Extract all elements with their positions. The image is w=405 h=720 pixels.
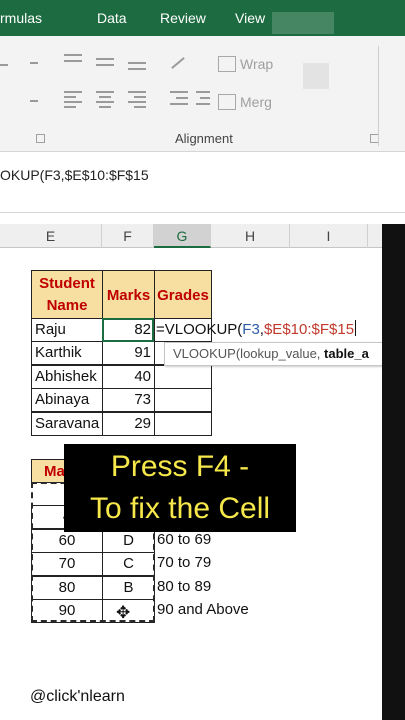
grade-cell[interactable] — [154, 365, 212, 389]
lookup-grade-cell[interactable]: B — [102, 576, 155, 600]
header-student-name[interactable]: Student Name — [31, 270, 103, 319]
lookup-grade-cell[interactable]: C — [102, 552, 155, 576]
formula-prefix: =VLOOKUP( — [156, 321, 243, 338]
student-name-cell[interactable]: Saravana — [31, 412, 103, 436]
formula-range: $E$10:$F$15 — [263, 321, 355, 338]
ribbon-body: Wrap Merg Alignment — [0, 36, 405, 152]
column-header-g[interactable]: G — [154, 224, 211, 248]
tab-view[interactable]: View — [235, 10, 265, 26]
marks-cell[interactable]: 73 — [102, 388, 155, 412]
caption-line-1: Press F4 - — [110, 450, 250, 483]
student-name-cell[interactable]: Raju — [31, 318, 103, 342]
formula-bar[interactable]: OKUP(F3,$E$10:$F$15 — [0, 153, 405, 213]
marks-cell[interactable]: 91 — [102, 341, 155, 365]
caption-overlay: Press F4 - To fix the Cell — [64, 444, 296, 532]
student-name-cell[interactable]: Karthik — [31, 341, 103, 365]
dropdown-fragment-icon-2 — [30, 100, 38, 102]
font-fragment-icon — [0, 64, 8, 66]
grade-cell[interactable] — [154, 388, 212, 412]
formula-ref: F3 — [242, 321, 260, 338]
header-grades[interactable]: Grades — [154, 270, 212, 319]
formula-bar-text[interactable]: OKUP(F3,$E$10:$F$15 — [0, 167, 149, 183]
cell-cursor-icon: ✥ — [116, 603, 131, 622]
blurred-box — [303, 63, 329, 89]
watermark-handle: @click'nlearn — [30, 688, 125, 705]
student-name-cell[interactable]: Abinaya — [31, 388, 103, 412]
column-header-h[interactable]: H — [211, 224, 290, 248]
text-caret — [355, 320, 357, 336]
merge-center-icon[interactable] — [218, 94, 236, 110]
column-header-e[interactable]: E — [0, 224, 102, 248]
student-name-cell[interactable]: Abhishek — [31, 365, 103, 389]
caption-line-2: To fix the Cell — [89, 492, 271, 525]
marks-cell[interactable]: 82 — [102, 318, 155, 342]
dropdown-fragment-icon — [30, 62, 38, 64]
alignment-group-label: Alignment — [175, 131, 233, 146]
tooltip-fn: VLOOKUP(lookup_value, — [173, 346, 325, 361]
grade-range-text: 80 to 89 — [157, 578, 212, 595]
column-header-f[interactable]: F — [102, 224, 154, 248]
grade-range-text: 60 to 69 — [157, 531, 212, 548]
tab-review[interactable]: Review — [160, 10, 206, 26]
grade-range-text: 90 and Above — [157, 601, 249, 618]
function-tooltip[interactable]: VLOOKUP(lookup_value, table_a — [164, 342, 384, 366]
wrap-text-button[interactable]: Wrap — [240, 56, 273, 72]
grade-cell[interactable] — [154, 412, 212, 436]
blurred-region — [272, 12, 334, 34]
lookup-marks-cell[interactable]: 90 — [31, 599, 103, 623]
tab-data[interactable]: Data — [97, 10, 127, 26]
tab-formulas[interactable]: rmulas — [0, 10, 42, 26]
header-marks[interactable]: Marks — [102, 270, 155, 319]
lookup-marks-cell[interactable]: 70 — [31, 552, 103, 576]
group-separator — [378, 46, 379, 146]
lookup-marks-cell[interactable]: 60 — [31, 529, 103, 553]
merge-center-button[interactable]: Merg — [240, 94, 272, 110]
column-header-i[interactable]: I — [290, 224, 368, 248]
wrap-text-icon[interactable] — [218, 56, 236, 72]
font-launcher-icon[interactable] — [36, 134, 45, 143]
tooltip-arg: table_a — [324, 346, 369, 361]
cell-formula-editor[interactable]: =VLOOKUP(F3,$E$10:$F$15 — [156, 320, 357, 338]
lookup-marks-cell[interactable]: 80 — [31, 576, 103, 600]
video-edge-bar — [382, 224, 405, 720]
marks-cell[interactable]: 29 — [102, 412, 155, 436]
lookup-grade-cell[interactable]: D — [102, 529, 155, 553]
column-headers: E F G H I — [0, 224, 405, 248]
marks-cell[interactable]: 40 — [102, 365, 155, 389]
ribbon-tabs: rmulas Data Review View — [0, 0, 405, 36]
grade-range-text: 70 to 79 — [157, 554, 212, 571]
